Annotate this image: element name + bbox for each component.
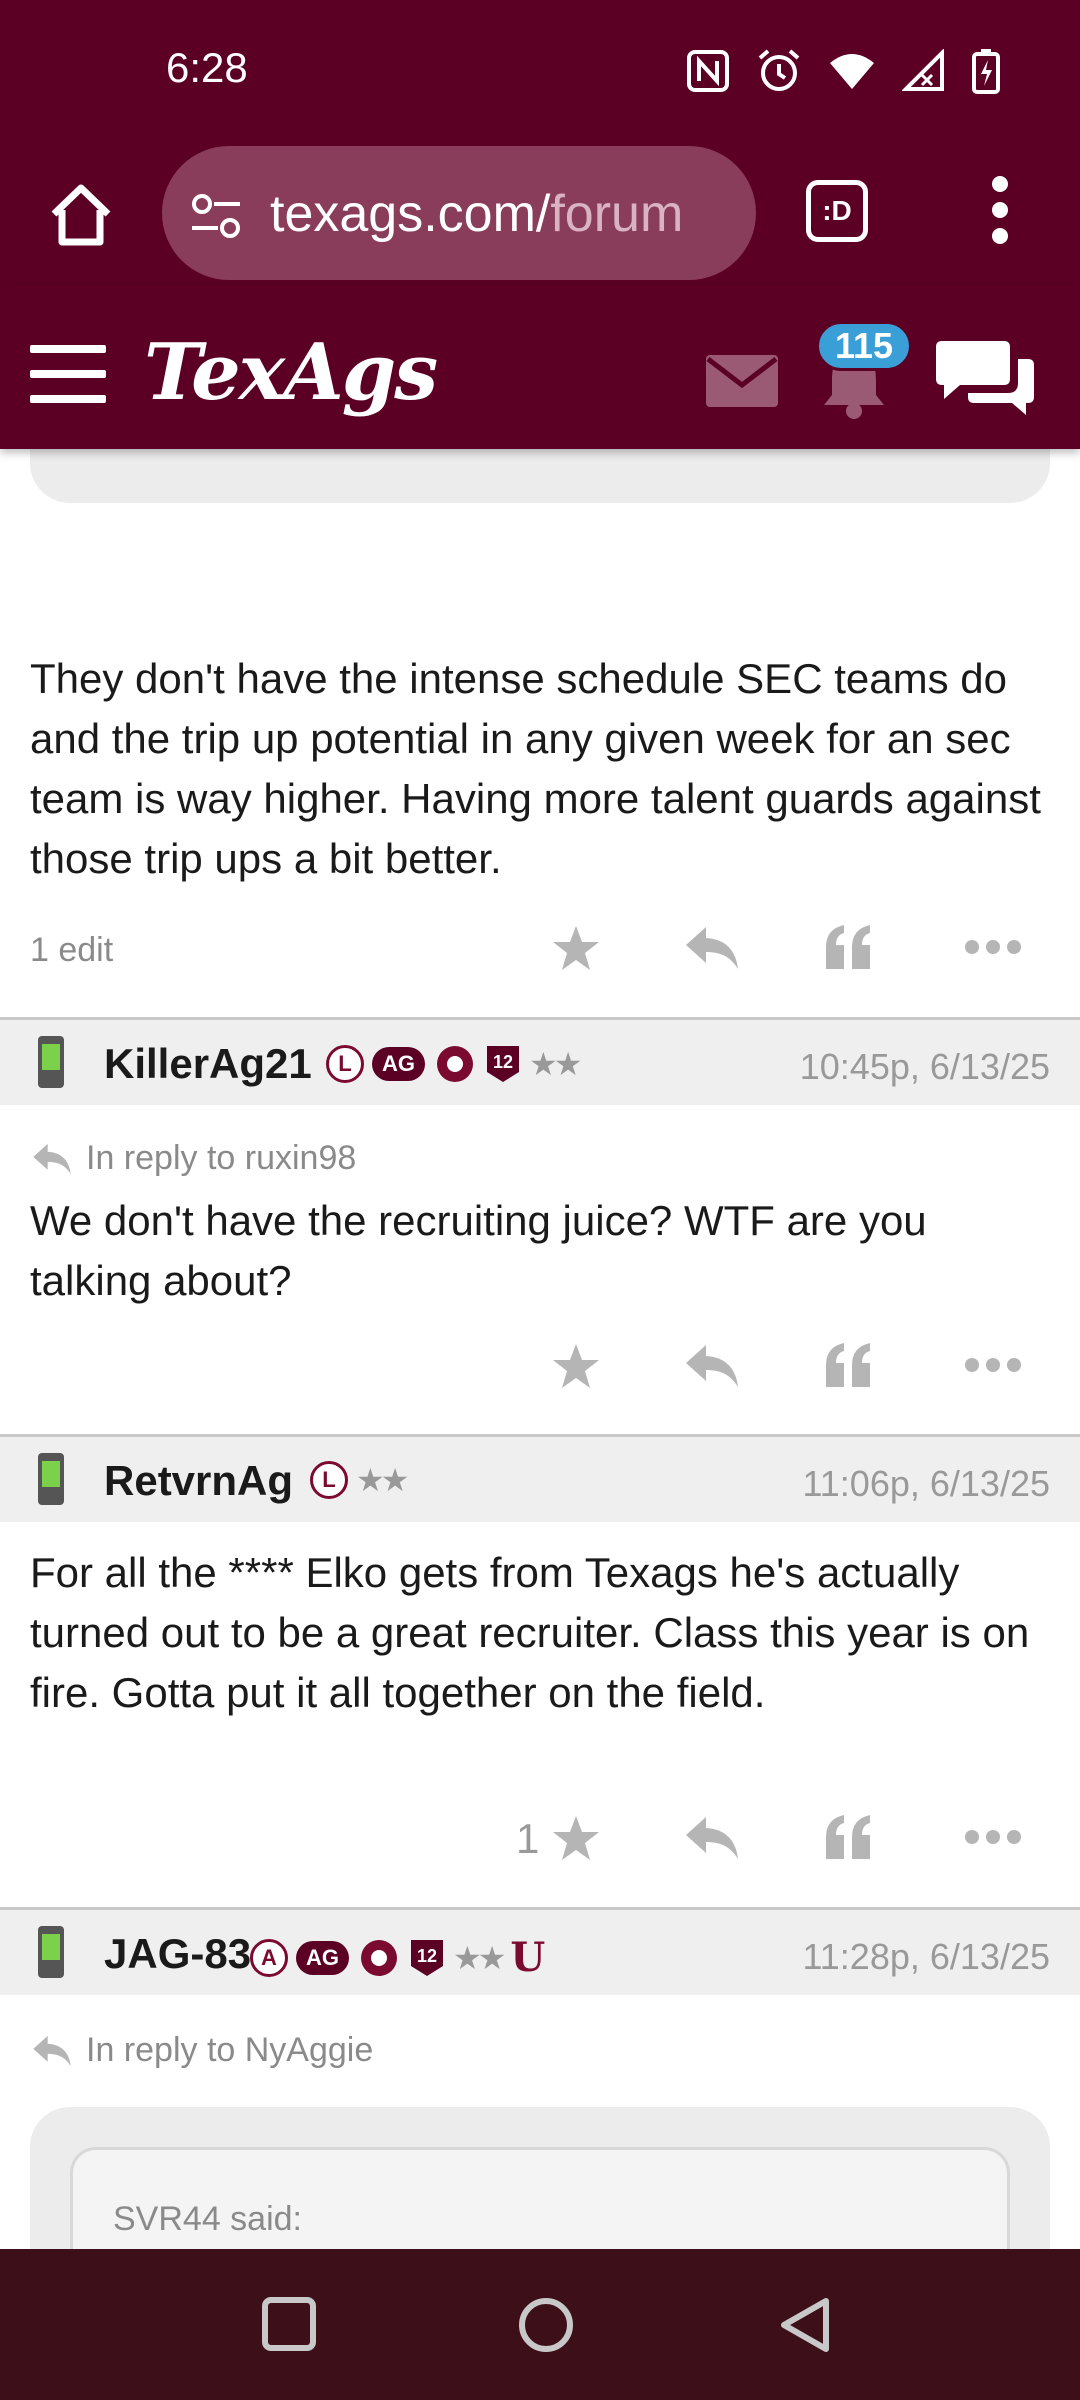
url-path: forum — [550, 185, 684, 243]
reply-icon[interactable] — [684, 1813, 740, 1863]
ring-badge-icon — [437, 1046, 473, 1082]
twelfth-man-badge-icon: 12 — [411, 1939, 443, 1976]
more-options-icon[interactable] — [964, 1357, 1022, 1373]
wifi-icon — [830, 54, 874, 89]
post-actions — [0, 1333, 1080, 1403]
browser-toolbar: texags.com/forum :D — [0, 140, 1080, 285]
mail-icon[interactable] — [706, 355, 778, 407]
status-icons — [686, 48, 1000, 94]
edit-note[interactable]: 1 edit — [30, 931, 113, 970]
star-icon[interactable] — [550, 923, 602, 975]
status-time: 6:28 — [166, 44, 248, 91]
hamburger-menu-icon[interactable] — [30, 345, 106, 403]
star-icon[interactable] — [550, 1813, 602, 1865]
user-badges: L AG 12 ★★ — [326, 1044, 582, 1084]
nfc-icon — [687, 50, 729, 92]
post-body: For all the **** Elko gets from Texags h… — [30, 1549, 1030, 1716]
post-header: RetvrnAg L ★★ 11:06p, 6/13/25 — [0, 1434, 1080, 1522]
address-bar[interactable]: texags.com/forum — [162, 146, 756, 280]
reply-icon — [33, 2035, 71, 2066]
user-badges: A AG 12 ★★ U — [250, 1934, 545, 1981]
svg-text:12: 12 — [417, 1946, 437, 1966]
alarm-icon — [758, 49, 800, 91]
post-body: They don't have the intense schedule SEC… — [30, 655, 1041, 882]
badge-ag: AG — [296, 1940, 349, 1975]
post-actions: 1 — [0, 1805, 1080, 1875]
badge-stars: ★★ — [453, 1939, 506, 1976]
tab-switcher-button[interactable]: :D — [806, 180, 868, 242]
quote-icon[interactable] — [824, 923, 874, 973]
site-logo[interactable]: TexAgs — [144, 327, 438, 418]
badge-stars: ★★ — [356, 1462, 409, 1498]
url-text: texags.com/forum — [270, 184, 683, 244]
reply-reference[interactable]: In reply to ruxin98 — [30, 1139, 356, 1178]
more-options-icon[interactable] — [964, 1829, 1022, 1845]
mobile-device-icon — [38, 1036, 64, 1088]
username[interactable]: JAG-83 — [104, 1930, 251, 1978]
post-timestamp[interactable]: 11:06p, 6/13/25 — [802, 1463, 1050, 1505]
site-settings-icon[interactable] — [188, 188, 244, 244]
post-actions: 1 edit — [0, 915, 1080, 985]
twelfth-man-badge-icon: 12 — [487, 1046, 519, 1082]
post-header: JAG-83 A AG 12 ★★ U 11:28p, 6/13/25 — [0, 1907, 1080, 1995]
svg-text:12: 12 — [493, 1052, 513, 1072]
ring-badge-icon — [361, 1939, 397, 1976]
reply-to-text: In reply to ruxin98 — [86, 1139, 357, 1177]
username[interactable]: RetvrnAg — [104, 1457, 293, 1505]
reply-reference[interactable]: In reply to NyAggie — [30, 2031, 373, 2070]
quote-icon[interactable] — [824, 1813, 874, 1863]
quote-block: SVR44 said: — [30, 2107, 1050, 2249]
mobile-device-icon — [38, 1926, 64, 1978]
star-icon[interactable] — [550, 1341, 602, 1393]
reply-icon[interactable] — [684, 923, 740, 973]
chat-bubbles-icon[interactable] — [934, 337, 1036, 417]
post-body: We don't have the recruiting juice? WTF … — [30, 1197, 927, 1304]
post-header: KillerAg21 L AG 12 ★★ 10:45p, 6/13/25 — [0, 1017, 1080, 1105]
home-icon[interactable] — [46, 180, 116, 250]
browser-menu-icon[interactable] — [980, 176, 1020, 250]
reply-icon[interactable] — [684, 1341, 740, 1391]
badge-a: A — [250, 1938, 288, 1977]
quote-block — [30, 449, 1050, 503]
battery-charging-icon — [972, 49, 1000, 94]
signal-icon — [902, 49, 944, 91]
home-nav-icon[interactable] — [518, 2297, 574, 2353]
nested-quote-block: SVR44 said: — [70, 2147, 1010, 2249]
badge-l: L — [326, 1045, 364, 1083]
quote-author[interactable]: SVR44 said: — [113, 2200, 302, 2239]
star-count: 1 — [516, 1815, 540, 1862]
badge-l: L — [310, 1461, 348, 1499]
user-badges: L ★★ — [310, 1461, 409, 1499]
mobile-device-icon — [38, 1453, 64, 1505]
username[interactable]: KillerAg21 — [104, 1040, 312, 1088]
reply-icon — [33, 1143, 71, 1174]
reply-to-text: In reply to NyAggie — [86, 2031, 374, 2069]
status-bar: 6:28 — [0, 0, 1080, 140]
system-navigation-bar — [0, 2249, 1080, 2400]
post-timestamp[interactable]: 11:28p, 6/13/25 — [802, 1936, 1050, 1978]
post-timestamp[interactable]: 10:45p, 6/13/25 — [800, 1046, 1050, 1088]
more-options-icon[interactable] — [964, 939, 1022, 955]
site-header: TexAgs 115 — [0, 285, 1080, 449]
recent-apps-icon[interactable] — [262, 2297, 316, 2351]
notification-count-badge[interactable]: 115 — [816, 321, 912, 371]
badge-stars: ★★ — [529, 1046, 582, 1082]
thread-content: They don't have the intense schedule SEC… — [0, 449, 1080, 2249]
quote-icon[interactable] — [824, 1341, 874, 1391]
badge-ag: AG — [372, 1047, 425, 1081]
badge-u: U — [510, 1934, 546, 1981]
url-host: texags.com/ — [270, 185, 551, 243]
back-icon[interactable] — [778, 2297, 832, 2353]
